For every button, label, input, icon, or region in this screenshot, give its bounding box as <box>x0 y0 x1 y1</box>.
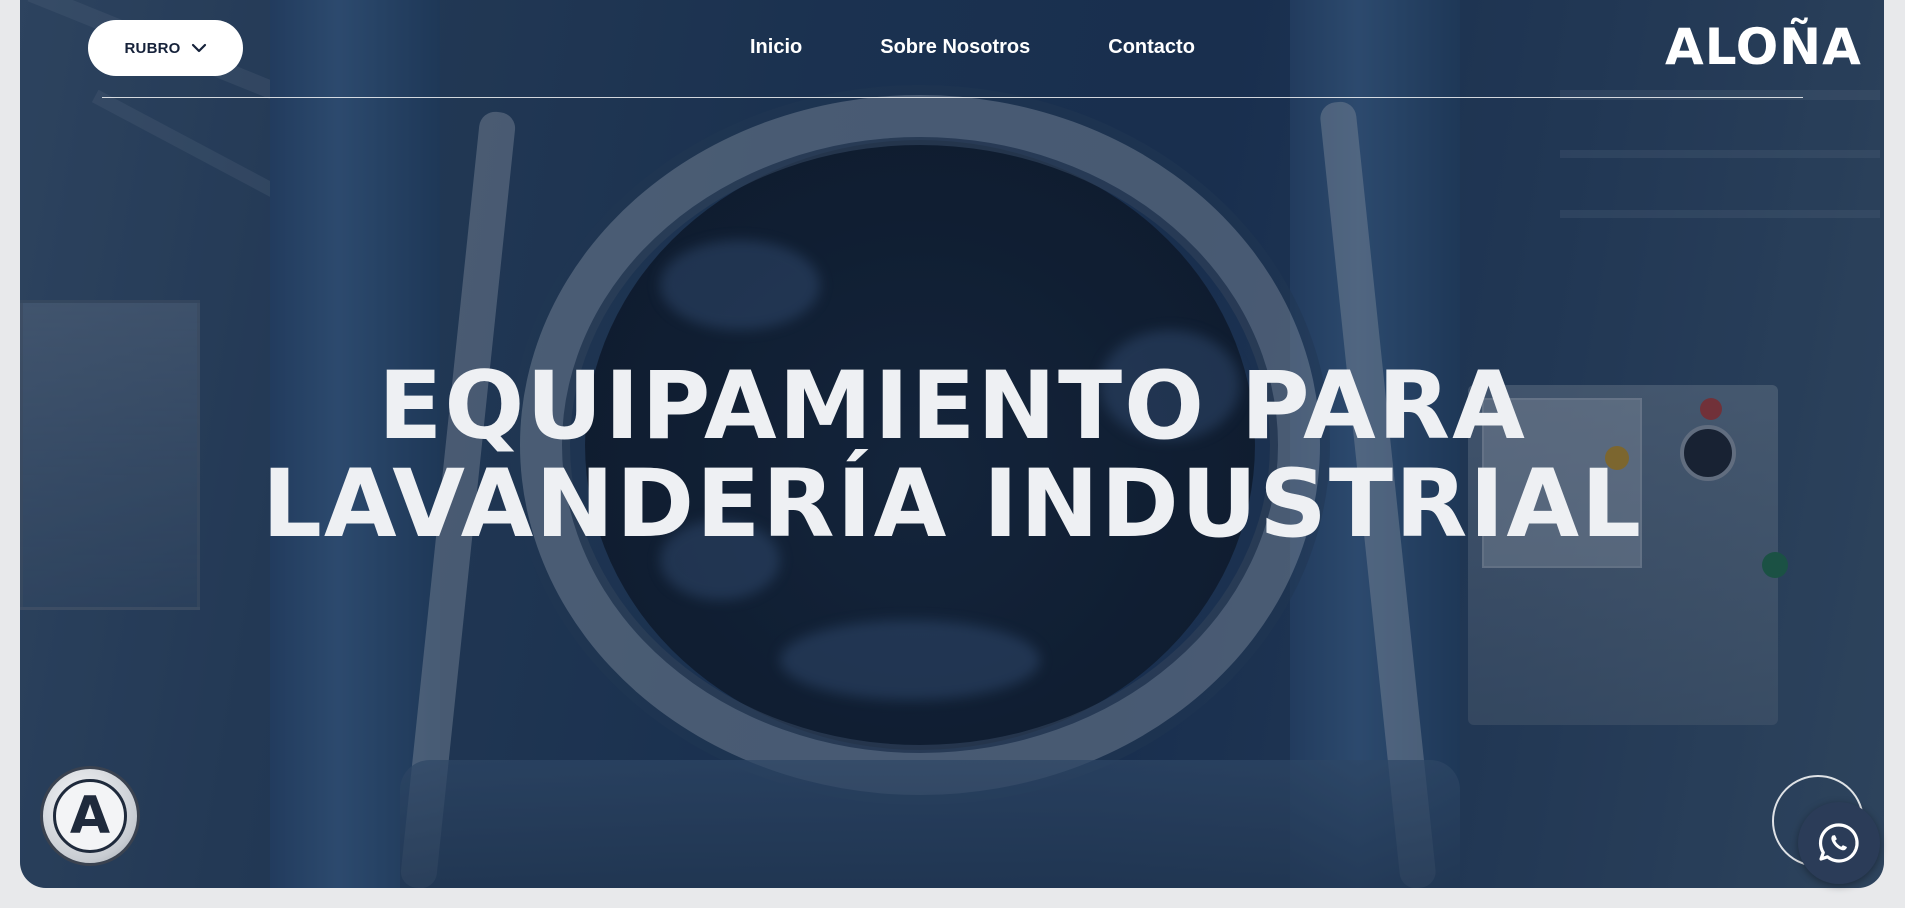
whatsapp-icon <box>1818 823 1859 863</box>
chevron-down-icon <box>191 43 206 53</box>
nav-item-inicio[interactable]: Inicio <box>750 36 802 59</box>
brand-logo[interactable]: ALOÑA <box>1665 22 1862 72</box>
rubro-label: RUBRO <box>124 39 181 57</box>
nav-item-contacto[interactable]: Contacto <box>1108 36 1195 59</box>
brand-badge-letter: A <box>53 779 127 853</box>
nav-item-sobre-nosotros[interactable]: Sobre Nosotros <box>880 36 1030 59</box>
brand-badge[interactable]: A <box>40 766 140 866</box>
whatsapp-button[interactable] <box>1798 802 1880 884</box>
hero-title-line-2: LAVANDERÍA INDUSTRIAL <box>262 450 1643 559</box>
main-nav: Inicio Sobre Nosotros Contacto <box>750 36 1195 59</box>
hero-title-line-1: EQUIPAMIENTO PARA <box>378 352 1527 461</box>
header-divider <box>102 97 1803 98</box>
rubro-dropdown-button[interactable]: RUBRO <box>88 20 243 76</box>
hero-title: EQUIPAMIENTO PARA LAVANDERÍA INDUSTRIAL <box>0 358 1905 554</box>
